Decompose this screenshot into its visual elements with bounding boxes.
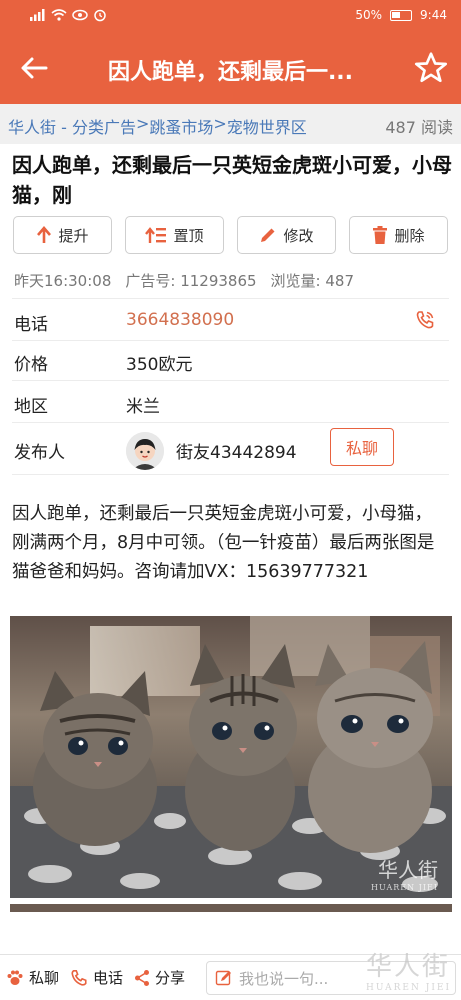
phone-number-link[interactable]: 3664838090: [126, 310, 234, 330]
delete-button[interactable]: 删除: [349, 216, 448, 254]
status-icons: [30, 8, 107, 22]
breadcrumb-item-pets[interactable]: 宠物世界区: [227, 114, 307, 138]
view-count: 浏览量: 487: [270, 272, 354, 290]
post-actions: 提升 置顶 修改 删除: [13, 216, 453, 254]
comment-placeholder: 我也说一句...: [239, 969, 329, 988]
avatar[interactable]: [126, 432, 164, 470]
clock: 9:44: [420, 8, 447, 22]
arrow-up-icon: [37, 226, 52, 243]
user-avatar-icon: [126, 432, 164, 470]
edit-note-icon: [215, 970, 231, 986]
private-message-button[interactable]: 私聊: [330, 428, 394, 466]
wifi-icon: [51, 9, 67, 21]
poster-name[interactable]: 街友43442894: [176, 438, 297, 463]
battery-icon: [390, 9, 413, 21]
divider: [12, 422, 449, 423]
paw-icon: [7, 970, 23, 985]
pin-top-icon: [145, 227, 167, 243]
arrow-left-icon: [21, 57, 48, 79]
bottom-pm-label: 私聊: [29, 969, 60, 987]
pin-top-label: 置顶: [173, 226, 204, 245]
delete-label: 删除: [394, 226, 425, 245]
signal-icon: [30, 9, 45, 21]
divider: [12, 380, 449, 381]
bottom-share-label: 分享: [155, 969, 186, 987]
region-value: 米兰: [126, 397, 160, 417]
photo-watermark: 华人街 HUAREN JIEI: [371, 854, 438, 892]
price-value: 350欧元: [126, 355, 193, 375]
post-meta: 昨天16:30:08 广告号: 11293865 浏览量: 487: [14, 270, 354, 291]
eye-icon: [72, 9, 88, 21]
phone-call-icon[interactable]: [415, 310, 435, 330]
pencil-icon: [261, 228, 275, 242]
read-count: 487 阅读: [385, 118, 453, 137]
ad-number: 广告号: 11293865: [125, 272, 257, 290]
bottom-phone-button[interactable]: 电话: [70, 967, 123, 988]
bottom-pm-button[interactable]: 私聊: [6, 967, 59, 988]
breadcrumb-bar: 华人街 - 分类广告 > 跳蚤市场 > 宠物世界区 487 阅读: [0, 104, 461, 144]
share-icon: [135, 969, 149, 986]
photo-watermark-text: 华人街: [378, 858, 438, 882]
breadcrumb-separator: >: [213, 114, 227, 133]
star-outline-icon: [414, 52, 448, 83]
price-label: 价格: [14, 355, 48, 375]
photo-watermark-sub: HUAREN JIEI: [370, 883, 438, 892]
trash-icon: [373, 226, 388, 244]
post-title: 因人跑单，还剩最后一只英短金虎斑小可爱，小母猫，刚: [12, 153, 452, 207]
back-button[interactable]: [14, 50, 54, 86]
app-watermark-sub: HUAREN JIEI: [365, 983, 451, 993]
phone-label: 电话: [14, 315, 48, 335]
edit-button[interactable]: 修改: [237, 216, 336, 254]
bottom-share-button[interactable]: 分享: [134, 967, 185, 988]
boost-button[interactable]: 提升: [13, 216, 112, 254]
poster-label: 发布人: [14, 443, 65, 463]
favorite-button[interactable]: [413, 50, 449, 86]
breadcrumb: 华人街 - 分类广告 > 跳蚤市场 > 宠物世界区: [8, 114, 307, 138]
breadcrumb-separator: >: [135, 114, 150, 133]
phone-icon: [71, 969, 87, 986]
second-photo-edge[interactable]: [10, 904, 452, 912]
breadcrumb-item-classifieds[interactable]: 华人街 - 分类广告: [8, 114, 136, 138]
kittens-photo[interactable]: 华人街 HUAREN JIEI: [10, 616, 452, 898]
bottom-phone-label: 电话: [93, 969, 124, 987]
region-label: 地区: [14, 397, 48, 417]
pin-top-button[interactable]: 置顶: [125, 216, 224, 254]
app-watermark-text: 华人街: [365, 952, 450, 982]
alarm-icon: [94, 9, 106, 22]
status-bar: 50% 9:44: [0, 0, 461, 32]
posted-time: 昨天16:30:08: [14, 272, 112, 290]
app-header: 因人跑单，还剩最后一...: [0, 32, 461, 104]
edit-label: 修改: [283, 226, 314, 245]
page-title: 因人跑单，还剩最后一...: [107, 60, 354, 85]
post-description: 因人跑单，还剩最后一只英短金虎斑小可爱，小母猫，刚满两个月，8月中可领。（包一针…: [12, 504, 435, 582]
app-watermark: 华人街 HUAREN JIEI: [366, 946, 451, 993]
divider: [12, 298, 449, 299]
divider: [12, 474, 449, 475]
battery-percent: 50%: [355, 8, 383, 22]
divider: [12, 340, 449, 341]
breadcrumb-item-flea-market[interactable]: 跳蚤市场: [149, 114, 213, 138]
boost-label: 提升: [58, 226, 89, 245]
